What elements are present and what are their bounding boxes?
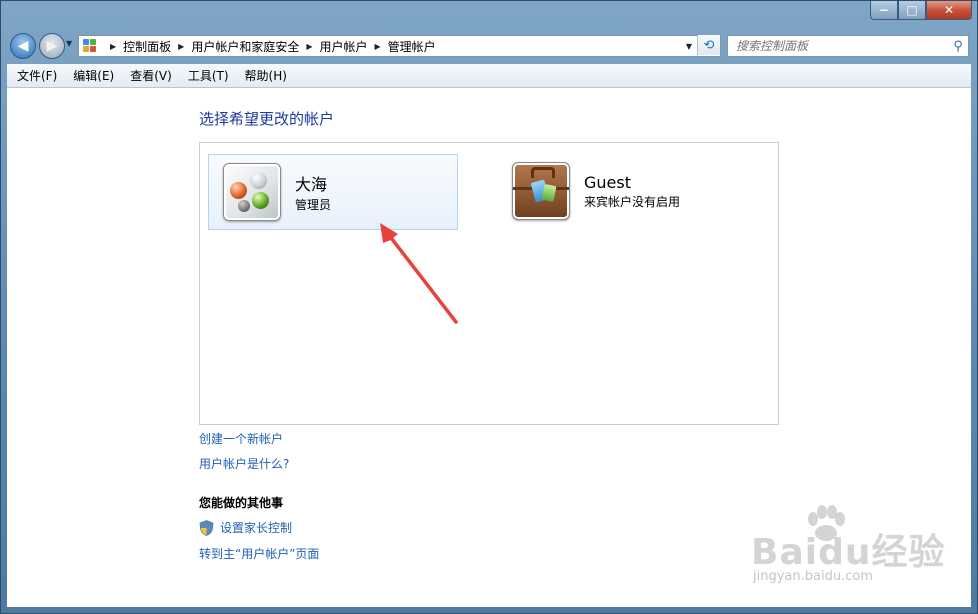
search-input[interactable] [728,38,948,54]
breadcrumb-separator-icon[interactable]: ▶ [178,42,184,51]
address-dropdown-icon[interactable]: ▼ [680,36,698,56]
guest-suitcase-icon [512,162,570,220]
account-tile-dahai[interactable]: 大海 管理员 [208,154,458,230]
menu-edit[interactable]: 编辑(E) [67,67,120,84]
maximize-button[interactable]: □ [898,0,926,20]
breadcrumb-control-panel[interactable]: 控制面板 [123,38,171,55]
window-frame: − □ ✕ ◀ ▶ ▼ ▶ 控制面板 ▶ 用户帐户和家庭安全 ▶ 用户帐户 ▶ … [0,0,978,614]
baidu-watermark: Baidu经验 jingyan.baidu.com [745,505,955,595]
create-account-link[interactable]: 创建一个新帐户 [199,430,283,447]
account-type: 管理员 [295,198,332,212]
back-button[interactable]: ◀ [10,33,36,59]
parental-control-link[interactable]: 设置家长控制 [220,519,292,536]
page-title: 选择希望更改的帐户 [199,110,335,128]
refresh-icon[interactable]: ⟲ [697,35,720,55]
shield-icon [199,519,214,536]
watermark-brand: Baidu经验 [751,532,946,573]
main-user-accounts-link[interactable]: 转到主“用户帐户”页面 [199,545,319,562]
minimize-button[interactable]: − [870,0,898,20]
account-status: 来宾帐户没有启用 [584,194,681,209]
window-controls: − □ ✕ [870,0,972,20]
close-button[interactable]: ✕ [926,0,972,20]
other-tasks-heading: 您能做的其他事 [199,496,284,510]
breadcrumb-user-accounts[interactable]: 用户帐户 [320,38,368,55]
account-tile-guest[interactable]: Guest 来宾帐户没有启用 [498,154,758,228]
account-name: Guest [584,172,631,192]
watermark-url: jingyan.baidu.com [753,569,873,584]
breadcrumb-separator-icon[interactable]: ▶ [306,42,312,51]
menu-view[interactable]: 查看(V) [124,67,178,84]
recent-pages-dropdown[interactable]: ▼ [66,39,72,48]
account-name: 大海 [295,175,328,194]
search-box[interactable]: ⚲ [727,35,969,57]
breadcrumb-user-accounts-family[interactable]: 用户帐户和家庭安全 [191,38,299,55]
menu-help[interactable]: 帮助(H) [239,67,293,84]
menu-bar: 文件(F) 编辑(E) 查看(V) 工具(T) 帮助(H) [7,64,971,88]
menu-file[interactable]: 文件(F) [11,67,63,84]
search-icon[interactable]: ⚲ [948,39,968,54]
what-is-account-link[interactable]: 用户帐户是什么? [199,455,289,472]
breadcrumb-separator-icon[interactable]: ▶ [110,42,116,51]
control-panel-icon [83,39,99,53]
menu-tools[interactable]: 工具(T) [182,67,235,84]
parental-control-link-row[interactable]: 设置家长控制 [199,519,292,536]
breadcrumb-manage-accounts[interactable]: 管理帐户 [388,38,436,55]
accounts-list: 大海 管理员 Guest 来宾帐户没有启用 [199,142,779,425]
arrow-left-icon: ◀ [17,38,29,54]
breadcrumb-separator-icon[interactable]: ▶ [375,42,381,51]
user-avatar-marbles-icon [223,163,281,221]
forward-button[interactable]: ▶ [39,33,65,59]
address-bar[interactable]: ▶ 控制面板 ▶ 用户帐户和家庭安全 ▶ 用户帐户 ▶ 管理帐户 ▼ ⟲ [78,35,721,57]
arrow-right-icon: ▶ [46,38,58,54]
